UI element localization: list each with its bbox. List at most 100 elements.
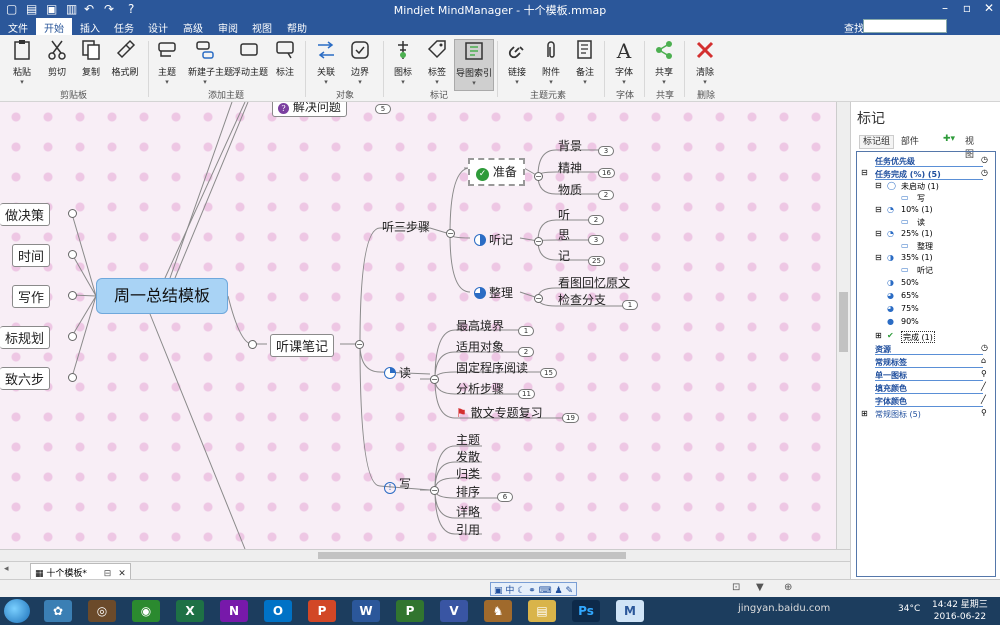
tree-item[interactable]: 25% (1) — [901, 229, 933, 241]
close-window-icon[interactable]: ✕ — [978, 1, 1000, 15]
collapse-toggle[interactable] — [68, 373, 77, 382]
paste-button[interactable]: 粘贴 ▾ — [5, 39, 39, 86]
status-tools[interactable]: ▣ 中 ☾ ⚭ ⌨ ♟ ✎ — [490, 582, 578, 596]
format-painter-button[interactable]: 格式刷 — [108, 39, 142, 78]
tree-item[interactable]: 听记 — [917, 265, 933, 277]
taskbar-app-2[interactable]: ◎ — [88, 600, 116, 622]
collapse-toggle[interactable] — [68, 332, 77, 341]
notes-button[interactable]: 备注 ▾ — [568, 39, 602, 86]
attachment-button[interactable]: 附件 ▾ — [534, 39, 568, 86]
expand-toggle[interactable]: ⊟ — [875, 253, 882, 265]
map-node-reading-procedure[interactable]: 固定程序阅读 — [456, 359, 528, 376]
map-node-recall[interactable]: 看图回忆原文 — [558, 274, 630, 291]
link-button[interactable]: 链接 ▾ — [500, 39, 534, 86]
tree-item[interactable]: 65% — [901, 291, 919, 303]
collapse-toggle[interactable] — [248, 340, 257, 349]
map-node-record[interactable]: 记 — [558, 247, 570, 264]
map-node-time[interactable]: 时间 — [12, 244, 51, 267]
tree-item[interactable]: 写 — [917, 193, 925, 205]
expand-toggle[interactable]: ⊞ — [875, 331, 882, 343]
menu-design[interactable]: 设计 — [148, 20, 168, 35]
taskbar-visio[interactable]: V — [440, 600, 468, 622]
menu-help[interactable]: 帮助 — [287, 20, 307, 35]
expand-toggle[interactable]: ⊟ — [875, 181, 882, 193]
horizontal-scrollbar[interactable] — [0, 549, 850, 561]
pin-icon[interactable]: ⊟ — [104, 569, 112, 579]
map-node-check-branches[interactable]: 检查分支 — [558, 291, 606, 308]
link-icon[interactable]: ⚭ — [528, 586, 536, 596]
map-node-goal-plan[interactable]: 标规划 — [0, 326, 51, 349]
tab-scroll-left-icon[interactable]: ◂ — [4, 564, 9, 574]
marker-tree[interactable]: 任务优先级 ◷ ⊟ 任务完成 (%) (5) ◷ ⊟ ◯ 未启动 (1) ▭ 写… — [856, 151, 996, 577]
taskbar-onenote[interactable]: N — [220, 600, 248, 622]
tree-item[interactable]: 读 — [917, 217, 925, 229]
moon-icon[interactable]: ☾ — [517, 586, 525, 596]
taskbar-photoshop[interactable]: Ps — [572, 600, 600, 622]
share-button[interactable]: 共享 ▾ — [647, 39, 681, 86]
font-button[interactable]: A 字体 ▾ — [607, 39, 641, 86]
map-node-sort[interactable]: 排序 — [456, 483, 480, 500]
tag-button[interactable]: 标签 ▾ — [420, 39, 454, 86]
menu-file[interactable]: 文件 — [8, 20, 28, 35]
collapse-toggle[interactable]: − — [355, 340, 364, 349]
tree-item-selected[interactable]: 完成 (1) — [901, 331, 935, 343]
menu-view[interactable]: 视图 — [252, 20, 272, 35]
map-node-essay-review[interactable]: ⚑ 散文专题复习 — [456, 404, 543, 421]
taskbar-project[interactable]: P — [396, 600, 424, 622]
map-node-prepare[interactable]: ✓ 准备 — [468, 158, 525, 186]
tab-document[interactable]: ▦ 十个模板* ⊟ ✕ — [30, 563, 131, 579]
map-node-listen[interactable]: 听记 — [474, 231, 513, 248]
collapse-toggle[interactable] — [68, 250, 77, 259]
tree-item[interactable]: 10% (1) — [901, 205, 933, 217]
map-node-writing[interactable]: 写作 — [12, 285, 51, 308]
map-node-six-steps[interactable]: 致六步 — [0, 367, 51, 390]
taskbar-mindmanager[interactable]: M — [616, 600, 644, 622]
taskbar-excel[interactable]: X — [176, 600, 204, 622]
map-node-organize[interactable]: 整理 — [474, 284, 513, 301]
scroll-thumb[interactable] — [839, 292, 848, 352]
collapse-toggle[interactable] — [68, 209, 77, 218]
collapse-toggle[interactable]: − — [446, 229, 455, 238]
expand-toggle[interactable]: ⊟ — [861, 168, 868, 180]
taskbar-powerpoint[interactable]: P — [308, 600, 336, 622]
tree-item[interactable]: 50% — [901, 278, 919, 290]
tab-parts[interactable]: 部件 — [901, 137, 919, 147]
user-icon[interactable]: ♟ — [555, 586, 563, 596]
expand-toggle[interactable]: ⊟ — [875, 229, 882, 241]
map-node-classify[interactable]: 归类 — [456, 465, 480, 482]
add-icon[interactable]: ✚▾ — [943, 134, 955, 144]
tab-marker-groups[interactable]: 标记组 — [859, 135, 895, 149]
tree-item[interactable]: 35% (1) — [901, 253, 933, 265]
new-subtopic-button[interactable]: 新建子主题 ▾ — [188, 39, 233, 86]
taskbar-explorer[interactable]: ▤ — [528, 600, 556, 622]
filter-icon[interactable]: ▼ — [756, 582, 764, 593]
collapse-toggle[interactable]: − — [534, 172, 543, 181]
menu-advanced[interactable]: 高级 — [183, 20, 203, 35]
copy-button[interactable]: 复制 — [74, 39, 108, 78]
collapse-toggle[interactable]: − — [534, 237, 543, 246]
map-node-highest-level[interactable]: 最高境界 — [456, 317, 504, 334]
keyboard-icon[interactable]: ⌨ — [539, 586, 552, 596]
central-topic[interactable]: 周一总结模板 — [96, 278, 228, 314]
map-node-theme[interactable]: 主题 — [456, 431, 480, 448]
search-input[interactable] — [863, 19, 947, 33]
taskbar-app-1[interactable]: ✿ — [44, 600, 72, 622]
taskbar-word[interactable]: W — [352, 600, 380, 622]
collapse-toggle[interactable]: − — [430, 486, 439, 495]
zoom-icon[interactable]: ⊕ — [784, 582, 792, 593]
map-node-background[interactable]: 背景 — [558, 137, 582, 154]
map-node-lecture-notes[interactable]: 听课笔记 — [270, 334, 335, 357]
map-node-detail[interactable]: 详略 — [456, 503, 480, 520]
relationship-button[interactable]: 关联 ▾ — [309, 39, 343, 86]
wrench-icon[interactable]: ✎ — [565, 586, 573, 596]
taskbar-clock[interactable]: 14:42 星期三 2016-06-22 — [932, 599, 988, 623]
grid-icon[interactable]: ▣ — [494, 586, 503, 596]
map-node-decision[interactable]: 做决策 — [0, 203, 51, 226]
expand-toggle[interactable]: ⊟ — [875, 205, 882, 217]
clear-button[interactable]: 清除 ▾ — [688, 39, 722, 86]
menu-home[interactable]: 开始 — [36, 18, 72, 35]
vertical-scrollbar[interactable] — [836, 102, 850, 549]
menu-insert[interactable]: 插入 — [80, 20, 100, 35]
icon-button[interactable]: 图标 ▾ — [386, 39, 420, 86]
tree-item[interactable]: 未启动 (1) — [901, 181, 939, 193]
